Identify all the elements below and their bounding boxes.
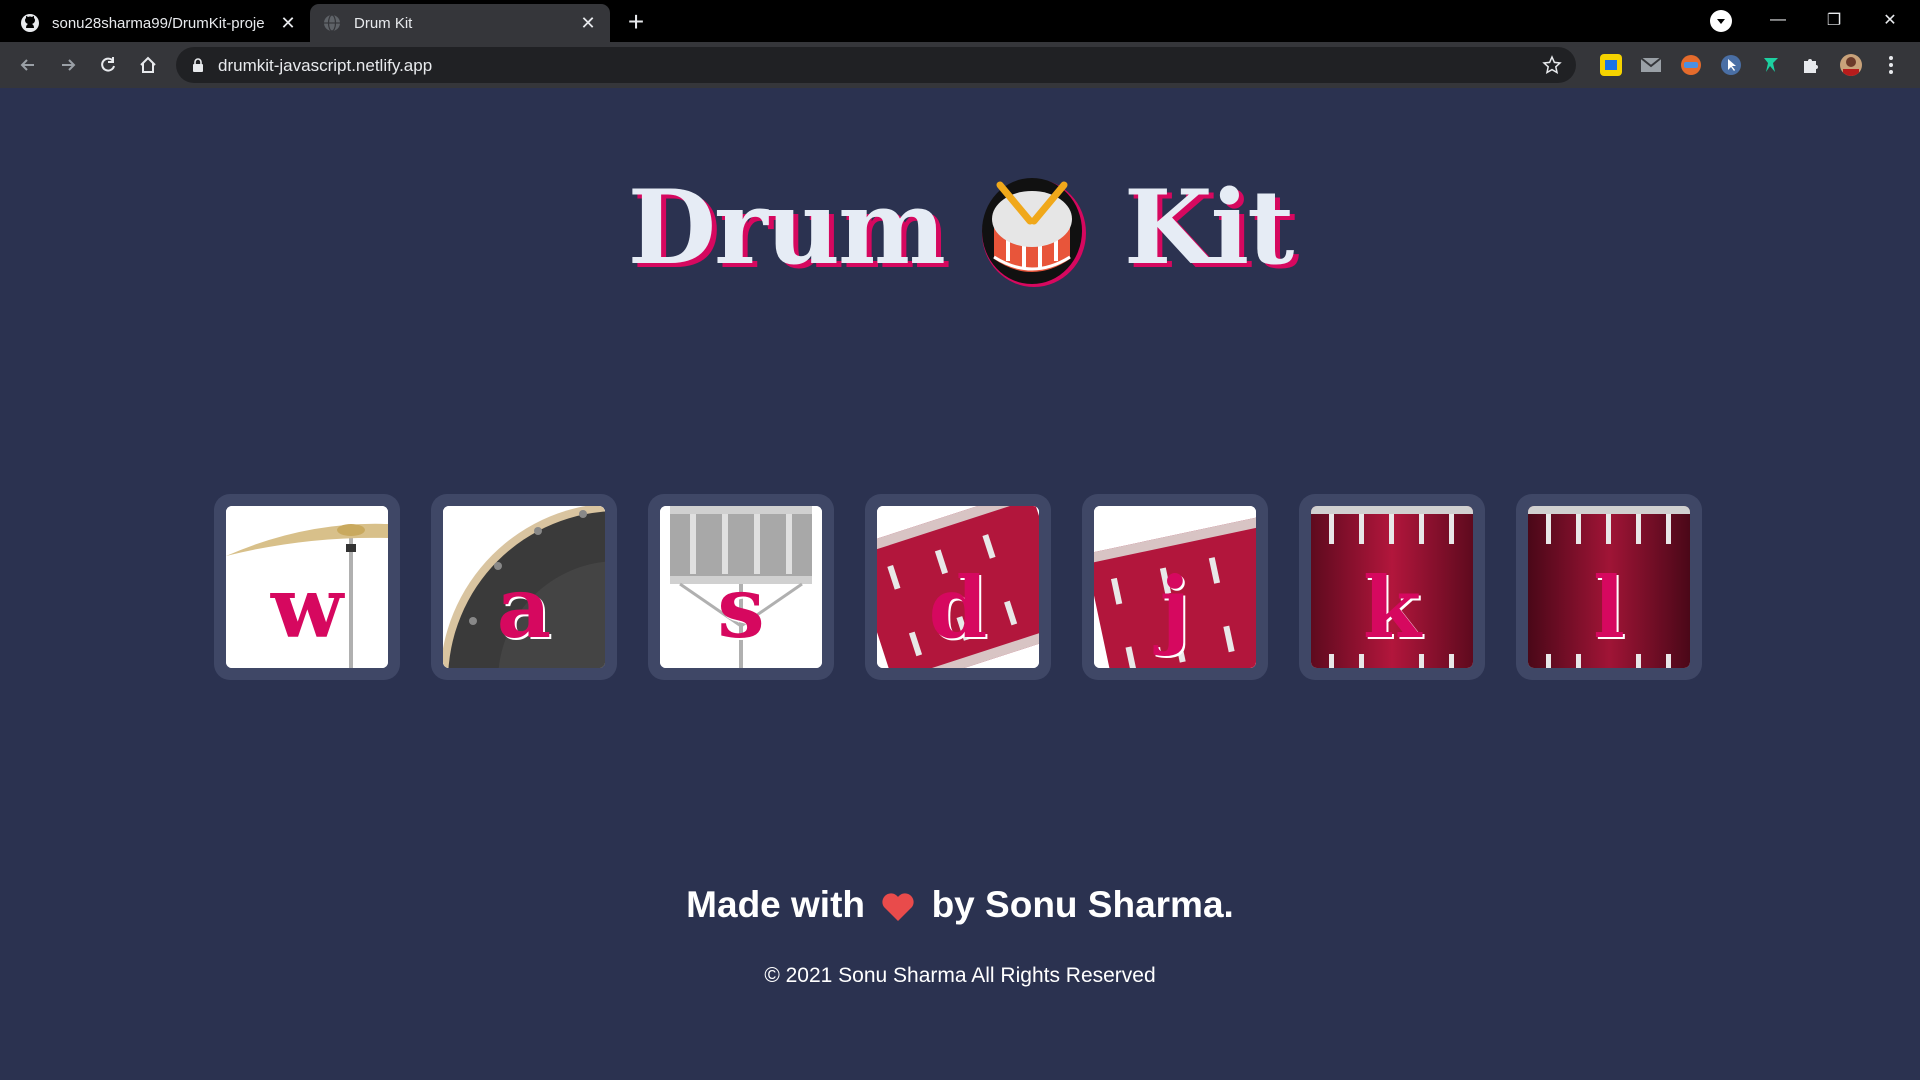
tab-title: Drum Kit <box>354 14 413 32</box>
globe-icon <box>322 13 342 33</box>
arrow-right-icon <box>62 59 76 71</box>
tom-2-image: j <box>1094 506 1256 668</box>
close-tab-icon[interactable]: ✕ <box>278 13 298 33</box>
arrow-left-icon <box>20 59 34 71</box>
made-with-text: Made with <box>686 884 866 925</box>
drum-key-j[interactable]: j <box>1082 494 1268 680</box>
page-content: Drum Kit w a s d j k l Made with by Sonu… <box>0 88 1920 1080</box>
author-text: by Sonu Sharma. <box>931 884 1234 925</box>
lock-icon <box>193 58 203 72</box>
tom-3-image: k <box>1311 506 1473 668</box>
reload-button[interactable] <box>94 51 122 79</box>
drum-keys: w a s d j k l <box>214 494 1706 680</box>
key-letter: s <box>717 558 765 657</box>
cursor-icon[interactable] <box>1720 54 1742 76</box>
translator-icon[interactable] <box>1680 54 1702 76</box>
browser-toolbar: drumkit-javascript.netlify.app <box>0 42 1920 88</box>
page-title: Drum Kit <box>0 168 1920 288</box>
key-letter: a <box>496 558 552 657</box>
tom-1-image: d <box>877 506 1039 668</box>
drum-emoji <box>981 178 1086 287</box>
github-icon <box>20 13 40 33</box>
home-button[interactable] <box>134 51 162 79</box>
drum-key-d[interactable]: d <box>865 494 1051 680</box>
tab-title: sonu28sharma99/DrumKit-proje <box>52 14 265 32</box>
made-with-line: Made with by Sonu Sharma. <box>0 884 1920 926</box>
back-button[interactable] <box>14 51 42 79</box>
heart-icon <box>882 893 914 922</box>
title-kit: Kit <box>1123 168 1295 288</box>
crash-cymbal-image: w <box>226 506 388 668</box>
drum-key-w[interactable]: w <box>214 494 400 680</box>
bird-icon[interactable] <box>1760 54 1782 76</box>
menu-icon[interactable] <box>1880 54 1902 76</box>
tab-drum-kit[interactable]: Drum Kit ✕ <box>310 4 610 42</box>
drum-key-s[interactable]: s <box>648 494 834 680</box>
key-letter: w <box>270 558 344 657</box>
restore-button[interactable]: ❐ <box>1806 0 1862 40</box>
reload-icon <box>101 57 115 72</box>
home-icon <box>140 56 156 73</box>
close-window-button[interactable]: ✕ <box>1862 0 1918 40</box>
bookmark-star-icon[interactable] <box>1542 55 1562 75</box>
drum-key-a[interactable]: a <box>431 494 617 680</box>
tom-4-image: l <box>1528 506 1690 668</box>
key-letter: l <box>1593 558 1625 657</box>
url-text: drumkit-javascript.netlify.app <box>218 56 433 75</box>
tab-strip: sonu28sharma99/DrumKit-proje ✕ Drum Kit … <box>0 0 1920 42</box>
kick-drum-image: a <box>443 506 605 668</box>
norton-icon[interactable] <box>1600 54 1622 76</box>
key-letter: j <box>1159 558 1191 657</box>
copyright-text: © 2021 Sonu Sharma All Rights Reserved <box>764 964 1156 987</box>
drum-key-l[interactable]: l <box>1516 494 1702 680</box>
address-bar[interactable]: drumkit-javascript.netlify.app <box>176 47 1576 83</box>
puzzle-icon[interactable] <box>1800 54 1822 76</box>
tab-search-icon[interactable] <box>1710 10 1732 32</box>
profile-avatar[interactable] <box>1840 54 1862 76</box>
mail-icon[interactable] <box>1640 54 1662 76</box>
close-tab-icon[interactable]: ✕ <box>578 13 598 33</box>
new-tab-button[interactable]: + <box>620 8 652 36</box>
snare-drum-image: s <box>660 506 822 668</box>
drum-key-k[interactable]: k <box>1299 494 1485 680</box>
key-letter: k <box>1362 558 1422 657</box>
key-letter: d <box>928 558 988 657</box>
title-drum: Drum <box>627 168 946 288</box>
forward-button[interactable] <box>54 51 82 79</box>
minimize-button[interactable]: — <box>1750 0 1806 40</box>
tab-github[interactable]: sonu28sharma99/DrumKit-proje ✕ <box>8 4 310 42</box>
